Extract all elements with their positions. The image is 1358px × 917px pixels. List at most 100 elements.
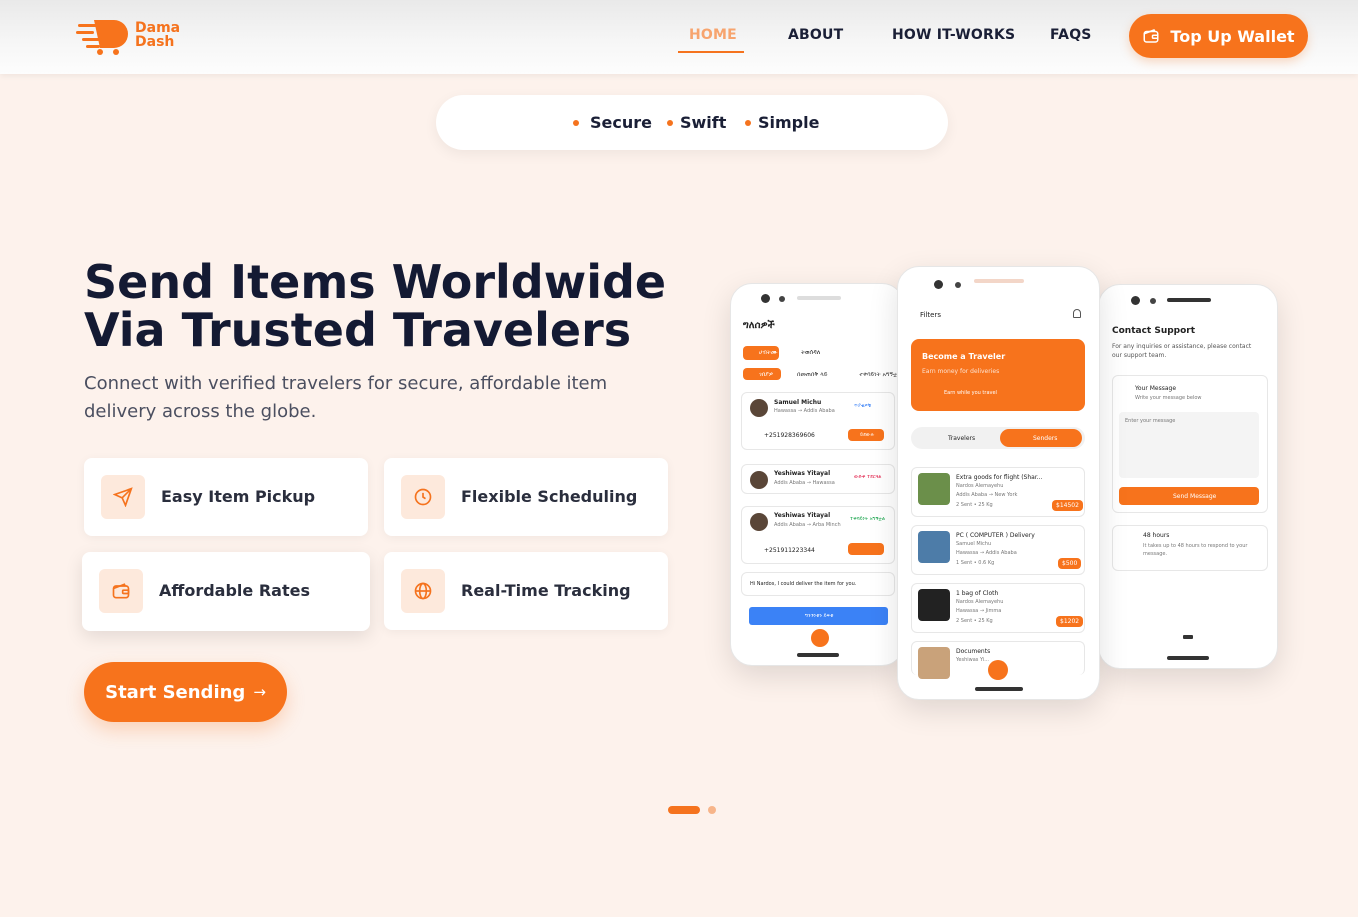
phone-fab [988,660,1008,680]
phone-message-card: Hi Nardos, I could deliver the item for … [741,572,895,596]
listing-price: $14502 [1052,500,1083,511]
call-button [848,543,884,555]
support-message-card: Your Message Write your message below En… [1112,375,1268,513]
listing-owner: Yeshiwas Yi... [956,657,990,663]
support-intro: For any inquiries or assistance, please … [1112,343,1252,359]
toggle-senders: Senders [1033,435,1058,442]
request-status: ጥያቄዎቹ [854,403,872,409]
listing-card: 1 bag of Cloth Nardos Alemayehu Hawassa … [911,583,1085,633]
listing-title: Extra goods for flight (Shar... [956,474,1043,481]
tagline-bullet [745,120,751,126]
listing-meta: 2 Sent • 25 Kg [956,502,993,508]
tagline-pill: Secure Swift Simple [436,95,948,150]
call-button-label: ይደውሉ [860,432,875,438]
listing-title: 1 bag of Cloth [956,590,999,597]
listing-thumbnail [918,647,950,679]
brand-logo[interactable]: Dama Dash [76,16,186,56]
feature-card-flexible-scheduling: Flexible Scheduling [384,458,668,536]
avatar [750,399,768,417]
nav-faqs-link[interactable]: FAQS [1050,27,1092,43]
feature-label: Easy Item Pickup [161,487,316,506]
phone-sensor [955,282,961,288]
request-phone: +251911223344 [764,547,815,554]
listing-route: Addis Ababa → New York [956,492,1018,498]
listing-thumbnail [918,473,950,505]
bell-icon [1073,309,1081,318]
phone-camera [1131,296,1140,305]
listing-owner: Nardos Alemayehu [956,599,1004,605]
response-time-subtitle: It takes up to 48 hours to respond to yo… [1143,543,1248,557]
request-status: ተቀባይነት አግኝቷል [850,516,886,522]
arrow-right-icon: → [253,683,266,701]
phone-fab [811,629,829,647]
listing-owner: Samuel Michu [956,541,992,547]
request-phone: +251928369606 [764,432,815,439]
phone-filter-label: ገበያዎ [759,371,774,378]
carousel-dot-active[interactable] [668,806,700,814]
banner-title: Become a Traveler [922,352,1006,361]
feature-card-easy-pickup: Easy Item Pickup [84,458,368,536]
listing-price: $1202 [1056,616,1084,627]
phone-sensor [1150,298,1156,304]
phone-confirm-label: ግንኙነቱን ይፍቱ [805,613,834,619]
wallet-icon [99,569,143,613]
nav-active-underline [678,51,744,53]
top-up-wallet-label: Top Up Wallet [1170,26,1295,46]
listing-owner: Nardos Alemayehu [956,483,1004,489]
request-name: Samuel Michu [774,399,822,406]
listing-thumbnail [918,589,950,621]
hero-subheading: Connect with verified travelers for secu… [84,373,608,422]
phone-request-card: Yeshiwas Yitayal Addis Ababa → Hawassa ው… [741,464,895,494]
support-message-subtitle: Write your message below [1135,395,1202,401]
feature-label: Real-Time Tracking [461,581,631,600]
request-status: ውድቅ ተደርጓል [854,474,882,480]
avatar [750,471,768,489]
feature-label: Affordable Rates [159,581,310,600]
support-response-time-card: 48 hours It takes up to 48 hours to resp… [1112,525,1268,571]
send-icon [101,475,145,519]
phone-request-card: Yeshiwas Yitayal Addis Ababa → Arba Minc… [741,506,895,564]
request-route: Addis Ababa → Hawassa [774,480,835,486]
listing-meta: 2 Sent • 25 Kg [956,618,993,624]
listing-title: PC ( COMPUTER ) Delivery [956,532,1035,539]
nav-how-it-works-link[interactable]: HOW IT-WORKS [892,27,1015,43]
top-navigation-bar: Dama Dash HOME ABOUT HOW IT-WORKS FAQS T… [0,0,1358,74]
top-up-wallet-button[interactable]: Top Up Wallet [1129,14,1308,58]
phone-sensor [779,296,785,302]
avatar [750,513,768,531]
phone-home-bar [797,653,839,657]
phone-home-bar [975,687,1023,691]
listing-route: Hawassa → Addis Ababa [956,550,1017,556]
phone-speaker [797,296,841,300]
nav-about-link[interactable]: ABOUT [788,27,843,43]
tagline-bullet [573,120,579,126]
request-name: Yeshiwas Yitayal [774,512,831,519]
listing-title: Documents [956,648,991,655]
support-message-placeholder: Enter your message [1125,418,1176,424]
start-sending-button[interactable]: Start Sending → [84,662,287,722]
brand-name-line2: Dash [135,34,175,50]
phone-camera [934,280,943,289]
hero-headline: Send Items Worldwide Via Trusted Travele… [84,258,684,354]
globe-icon [401,569,445,613]
clock-icon [401,475,445,519]
listing-card: Extra goods for flight (Shar... Nardos A… [911,467,1085,517]
banner-cta: Earn while you travel [944,390,997,396]
listing-price: $500 [1058,558,1082,569]
nav-home-link[interactable]: HOME [689,27,737,43]
feature-card-affordable-rates: Affordable Rates [82,552,370,631]
phone-mockup-requests: ግለሰዎች ሀብትሙ ትወሰዳለ ገበያዎ በመጠበቅ ላይ ተቀባይነት አግ… [730,283,904,666]
filters-label: Filters [920,311,941,319]
phone-speaker [974,279,1024,283]
toggle-travelers: Travelers [948,435,976,442]
phone-speaker [1167,298,1211,302]
phone-request-card: Samuel Michu Hawassa → Addis Ababa ጥያቄዎቹ… [741,392,895,450]
phone-filter-label: በመጠበቅ ላይ [797,371,828,378]
carousel-dot[interactable] [708,806,716,814]
hero-headline-line2: Via Trusted Travelers [84,303,632,357]
phone-mockup-listings: Filters Become a Traveler Earn money for… [897,266,1100,700]
tagline-simple: Simple [758,113,820,132]
phone-tab-label: ትወሰዳለ [801,349,821,356]
brand-logo-icon [76,20,128,55]
brand-name-line1: Dama [135,20,181,36]
